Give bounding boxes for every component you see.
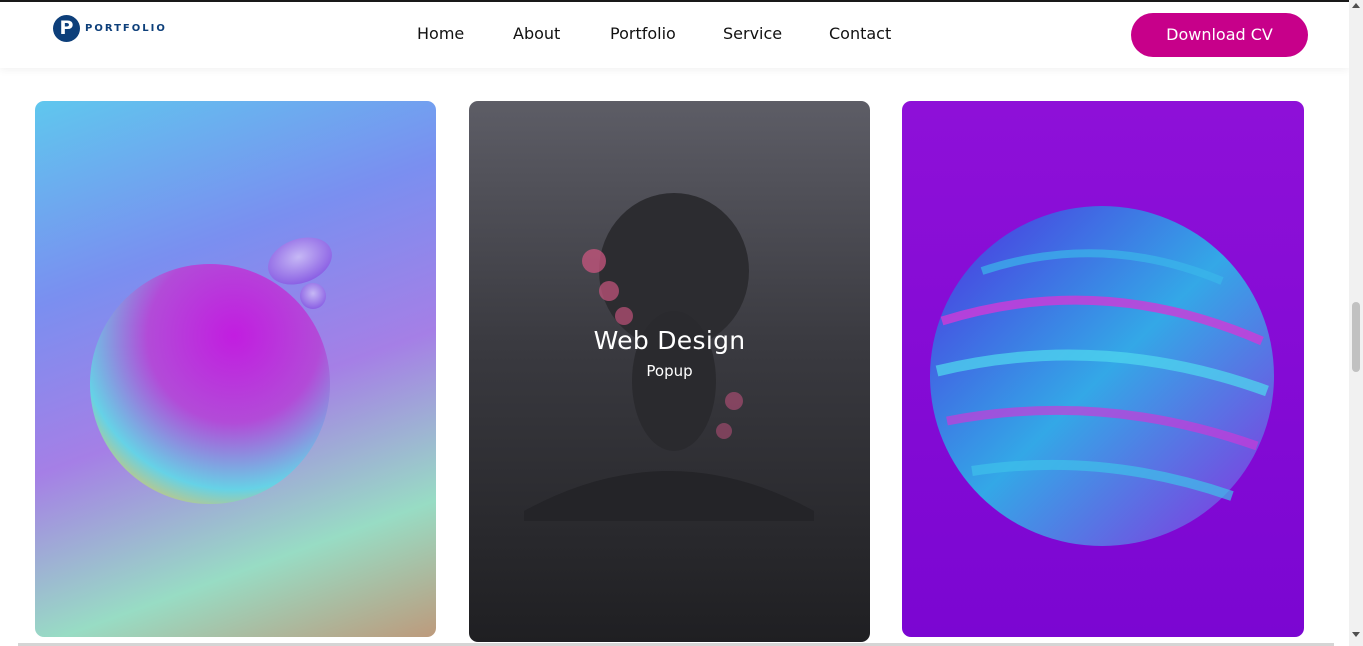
nav-contact[interactable]: Contact [829,24,891,44]
nav-portfolio[interactable]: Portfolio [610,24,676,44]
nav-home[interactable]: Home [417,24,464,44]
sphere-artwork [90,237,332,504]
swirl-artwork [930,206,1274,546]
nav-service[interactable]: Service [723,24,782,44]
portfolio-card-1[interactable] [35,101,436,637]
card-caption-subtitle: Popup [646,362,693,380]
vertical-scrollbar[interactable] [1349,0,1363,646]
portfolio-card-2[interactable]: Web Design Popup [469,101,870,642]
nav-about[interactable]: About [513,24,560,44]
download-cv-button[interactable]: Download CV [1131,13,1308,57]
scroll-up-icon[interactable] [1352,3,1360,8]
scrollbar-thumb[interactable] [1352,302,1360,372]
portfolio-card-3[interactable] [902,101,1304,637]
site-header: P PORTFOLIO Home About Portfolio Service… [0,2,1349,68]
card-caption-title: Web Design [593,326,746,355]
scroll-down-icon[interactable] [1352,632,1360,637]
